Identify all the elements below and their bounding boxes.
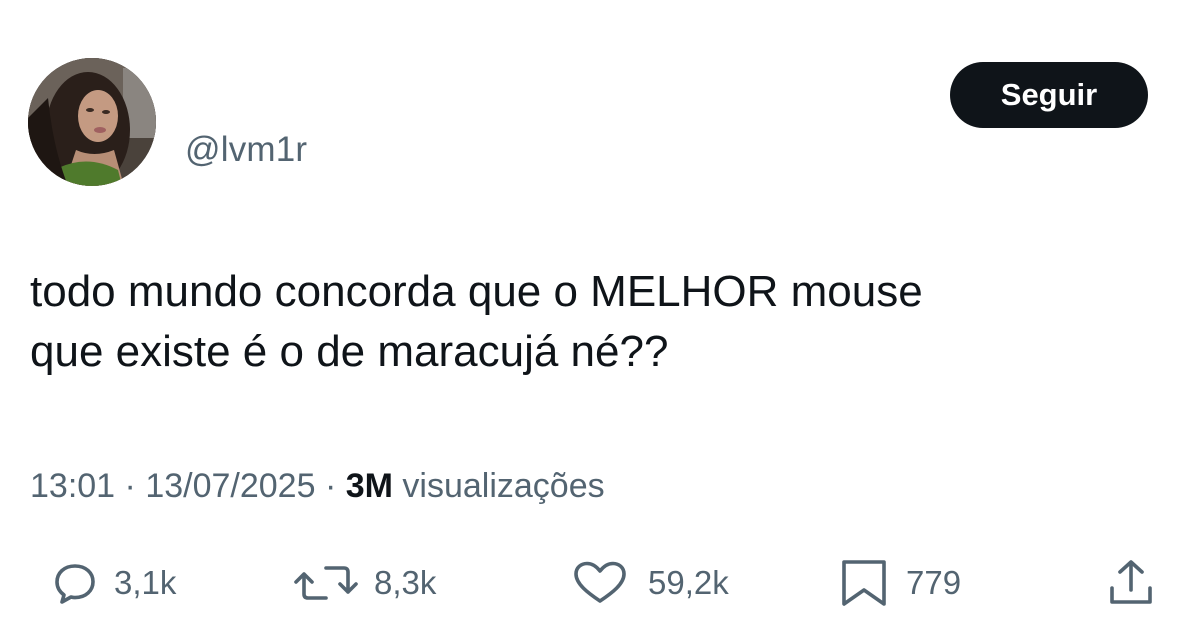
reply-icon [55, 564, 95, 604]
bookmark-button[interactable]: 779 [838, 555, 961, 611]
bookmark-count: 779 [906, 564, 962, 601]
share-icon [1110, 560, 1152, 604]
bookmark-icon [842, 560, 886, 606]
views-label: visualizações [402, 467, 605, 505]
share-button[interactable] [1108, 555, 1154, 611]
action-bar: 3,1k 8,3k 59,2k 779 [0, 555, 1200, 611]
retweet-icon [294, 566, 358, 600]
retweet-button[interactable]: 8,3k [294, 555, 436, 611]
reply-count: 3,1k [114, 564, 177, 601]
tweet-text-line: que existe é o de maracujá né?? [30, 327, 669, 376]
like-button[interactable]: 59,2k [568, 555, 729, 611]
user-handle[interactable]: @lvm1r [185, 130, 307, 170]
tweet-meta: 13:01 · 13/07/2025 · 3M visualizações [30, 466, 605, 506]
views-count: 3M [345, 467, 393, 505]
avatar[interactable] [28, 58, 156, 186]
separator: · [324, 467, 337, 505]
tweet-time[interactable]: 13:01 [30, 467, 115, 505]
tweet-text-line: todo mundo concorda que o MELHOR mouse [30, 267, 923, 316]
heart-icon [574, 561, 626, 603]
follow-button[interactable]: Seguir [950, 62, 1148, 128]
reply-button[interactable]: 3,1k [52, 555, 176, 611]
like-count: 59,2k [648, 564, 729, 601]
profile-photo [28, 58, 156, 186]
tweet-date[interactable]: 13/07/2025 [145, 467, 315, 505]
separator: · [124, 467, 136, 505]
retweet-count: 8,3k [374, 564, 437, 601]
tweet-text: todo mundo concorda que o MELHOR mouse q… [30, 262, 1150, 382]
